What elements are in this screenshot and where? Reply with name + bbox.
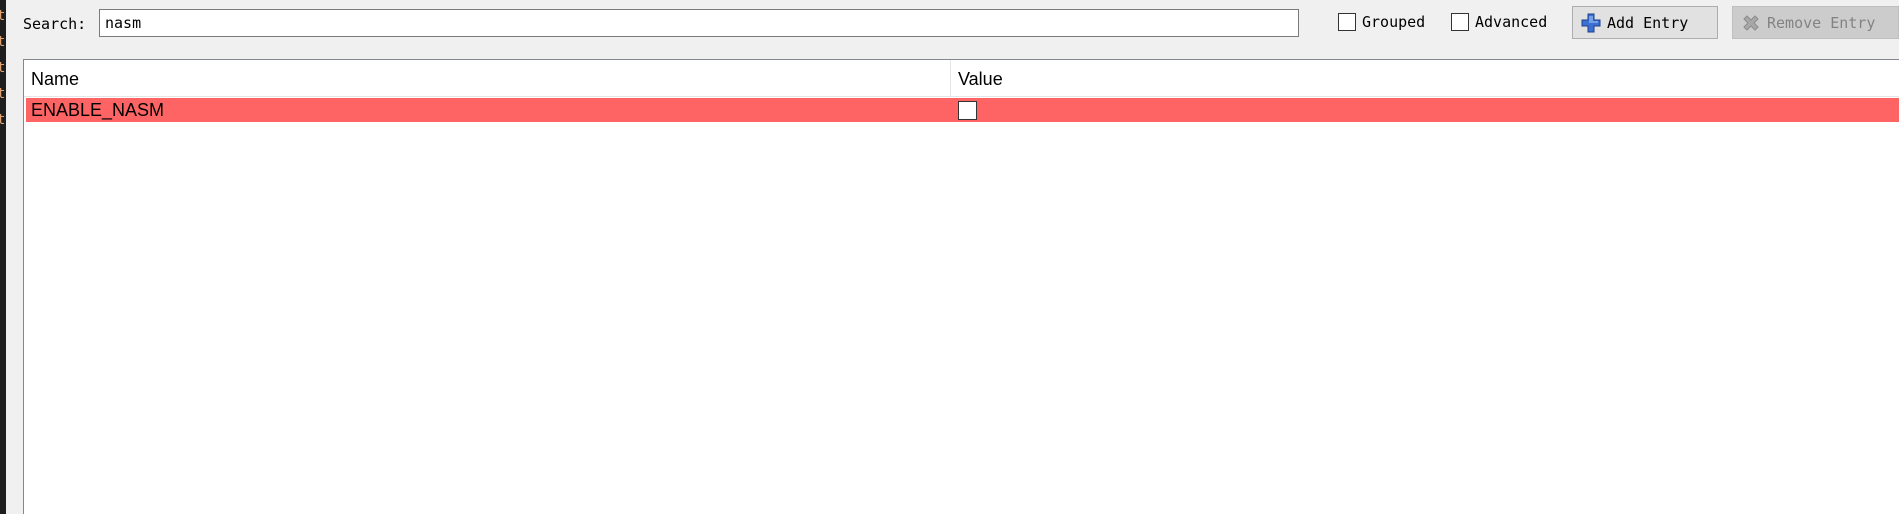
- grouped-checkbox-box[interactable]: [1338, 13, 1356, 31]
- terminal-glyph: t: [0, 8, 6, 24]
- terminal-glyph: t: [0, 86, 6, 102]
- x-icon: [1743, 14, 1759, 31]
- advanced-checkbox[interactable]: Advanced: [1451, 13, 1547, 31]
- column-header-name[interactable]: Name: [24, 60, 951, 96]
- terminal-glyph: t: [0, 112, 6, 128]
- terminal-glyph: t: [0, 60, 6, 76]
- terminal-glyph: t: [0, 34, 6, 50]
- remove-entry-button[interactable]: Remove Entry: [1732, 6, 1899, 39]
- row-name-cell[interactable]: ENABLE_NASM: [31, 98, 164, 122]
- plus-icon: [1581, 13, 1601, 32]
- add-entry-label: Add Entry: [1607, 13, 1689, 32]
- advanced-label: Advanced: [1475, 13, 1548, 31]
- column-header-value[interactable]: Value: [951, 60, 1899, 96]
- advanced-checkbox-box[interactable]: [1451, 13, 1469, 31]
- grouped-label: Grouped: [1362, 13, 1426, 31]
- cmake-cache-editor: t t t t t Search: Grouped Advanced Add E…: [0, 0, 1899, 514]
- table-header: Name Value: [24, 60, 1899, 97]
- search-label: Search:: [23, 15, 87, 33]
- cache-table: Name Value ENABLE_NASM: [23, 59, 1899, 514]
- row-value-checkbox[interactable]: [958, 101, 977, 120]
- table-row[interactable]: ENABLE_NASM: [26, 98, 1899, 122]
- add-entry-button[interactable]: Add Entry: [1572, 6, 1718, 39]
- background-terminal-edge: t t t t t: [0, 0, 6, 514]
- search-input[interactable]: [99, 9, 1299, 37]
- remove-entry-label: Remove Entry: [1767, 13, 1876, 32]
- grouped-checkbox[interactable]: Grouped: [1338, 13, 1425, 31]
